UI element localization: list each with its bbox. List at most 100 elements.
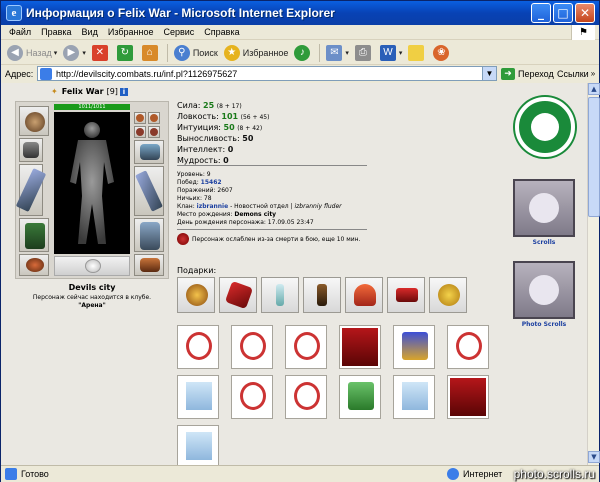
gift-card[interactable] (177, 375, 219, 419)
gift-item[interactable] (177, 277, 215, 313)
gift-card[interactable] (447, 325, 489, 369)
stat-intuition: Интуиция: 50 (8 + 42) (177, 123, 263, 132)
forward-arrow-icon: ▶ (63, 44, 80, 61)
hp-bar: 1011/1011 (54, 104, 130, 110)
boots-slot[interactable] (134, 254, 164, 276)
refresh-button[interactable]: ↻ (116, 44, 136, 61)
status-zone: Интернет (463, 469, 503, 479)
detail-draws: Ничьих: 78 (177, 195, 212, 202)
favorites-button[interactable]: ★ Избранное (223, 44, 289, 61)
character-silhouette-icon (70, 122, 114, 244)
scrolls-logo-icon (529, 193, 559, 223)
gift-item[interactable] (303, 277, 341, 313)
address-dropdown-icon[interactable]: ▼ (482, 67, 496, 80)
city-name: Devils city (68, 283, 116, 292)
gift-card[interactable] (231, 325, 273, 369)
gift-card[interactable] (393, 325, 435, 369)
earring-slot-2[interactable] (148, 112, 160, 124)
links-button[interactable]: Ссылки » (557, 66, 595, 81)
mail-dropdown-icon[interactable]: ▾ (345, 49, 349, 57)
menu-view[interactable]: Вид (82, 27, 98, 37)
gift-item[interactable] (345, 277, 383, 313)
back-button[interactable]: ◀ Назад ▾ (7, 44, 58, 61)
mail-button[interactable]: ✉ ▾ (326, 44, 349, 61)
gift-item[interactable] (387, 277, 425, 313)
mail-icon: ✉ (326, 44, 343, 61)
gifts-label: Подарки: (177, 266, 217, 275)
ring-slot[interactable] (19, 254, 49, 276)
amulet-slot-2[interactable] (148, 126, 160, 138)
menu-edit[interactable]: Правка (41, 27, 71, 37)
menu-file[interactable]: Файл (9, 27, 31, 37)
armor-slot[interactable] (19, 218, 49, 252)
back-arrow-icon: ◀ (7, 44, 23, 61)
belt-slot[interactable] (54, 256, 130, 276)
gift-card[interactable] (339, 325, 381, 369)
edit-dropdown-icon[interactable]: ▾ (399, 49, 403, 57)
bracers-slot[interactable] (19, 138, 43, 162)
maximize-button[interactable]: □ (553, 3, 573, 23)
gift-card[interactable] (447, 375, 489, 419)
clan-emblem-icon[interactable] (515, 97, 575, 157)
gift-card[interactable] (393, 375, 435, 419)
weapon-left-slot[interactable] (15, 164, 47, 216)
minimize-button[interactable]: _ (531, 3, 551, 23)
trauma-icon (177, 233, 189, 245)
print-button[interactable]: ⎙ (354, 44, 374, 61)
gift-card[interactable] (285, 375, 327, 419)
clan-link[interactable]: izbrannie (197, 203, 229, 210)
go-arrow-icon: ➜ (501, 67, 515, 80)
gift-item[interactable] (219, 277, 257, 313)
scrolls-label[interactable]: Scrolls (509, 239, 579, 246)
forward-dropdown-icon[interactable]: ▾ (82, 49, 86, 57)
gift-card[interactable] (339, 375, 381, 419)
stats-divider (177, 165, 367, 166)
leggings-slot[interactable] (134, 218, 164, 252)
amulet-slot-1[interactable] (134, 126, 146, 138)
discuss-button[interactable] (408, 44, 427, 61)
scroll-thumb[interactable] (588, 97, 600, 217)
media-button[interactable]: ♪ (294, 44, 313, 61)
search-button[interactable]: ⚲ Поиск (173, 44, 218, 61)
info-icon[interactable]: i (119, 87, 128, 96)
weapon-right-slot[interactable] (134, 166, 164, 216)
gift-item[interactable] (261, 277, 299, 313)
gloves-slot[interactable] (134, 140, 164, 164)
home-button[interactable]: ⌂ (141, 44, 161, 61)
detail-losses: Поражений: 2607 (177, 187, 233, 194)
forward-button[interactable]: ▶ ▾ (63, 44, 86, 61)
vertical-scrollbar[interactable]: ▲ ▼ (587, 83, 600, 465)
helmet-slot[interactable] (19, 106, 49, 136)
edit-button[interactable]: W ▾ (379, 44, 403, 61)
scroll-down-arrow-icon[interactable]: ▼ (588, 451, 600, 463)
gift-card[interactable] (177, 325, 219, 369)
menu-favorites[interactable]: Избранное (108, 27, 154, 37)
close-button[interactable]: ✕ (575, 3, 595, 23)
address-url[interactable]: http://devilscity.combats.ru/inf.pl?1126… (56, 69, 237, 79)
gift-card[interactable] (285, 325, 327, 369)
home-icon: ⌂ (141, 44, 158, 61)
favorites-label: Избранное (242, 47, 289, 58)
details-divider (177, 229, 367, 230)
devils-city-emblem-icon (85, 259, 101, 273)
page-status-icon (5, 468, 17, 480)
go-button[interactable]: ➜ Переход (501, 66, 554, 81)
gift-item[interactable] (429, 277, 467, 313)
menu-tools[interactable]: Сервис (163, 27, 194, 37)
address-input[interactable]: http://devilscity.combats.ru/inf.pl?1126… (37, 66, 497, 81)
photo-scrolls-label[interactable]: Photo Scrolls (509, 321, 579, 328)
gift-card[interactable] (177, 425, 219, 465)
stop-button[interactable]: ✕ (91, 44, 111, 61)
character-header: ✦ Felix War [9] i (51, 87, 128, 96)
back-dropdown-icon[interactable]: ▾ (54, 49, 58, 57)
menu-help[interactable]: Справка (204, 27, 239, 37)
page-content: ✦ Felix War [9] i 1011/1011 Devils city … (1, 83, 587, 465)
scrolls-banner[interactable] (513, 179, 575, 237)
photo-scrolls-banner[interactable] (513, 261, 575, 319)
messenger-button[interactable]: ❀ (433, 44, 452, 61)
stats-block: Сила: 25 (8 + 17) Ловкость: 101 (56 + 45… (177, 101, 269, 167)
earring-slot-1[interactable] (134, 112, 146, 124)
scroll-up-arrow-icon[interactable]: ▲ (588, 83, 600, 95)
gift-card[interactable] (231, 375, 273, 419)
stat-strength: Сила: 25 (8 + 17) (177, 101, 242, 110)
